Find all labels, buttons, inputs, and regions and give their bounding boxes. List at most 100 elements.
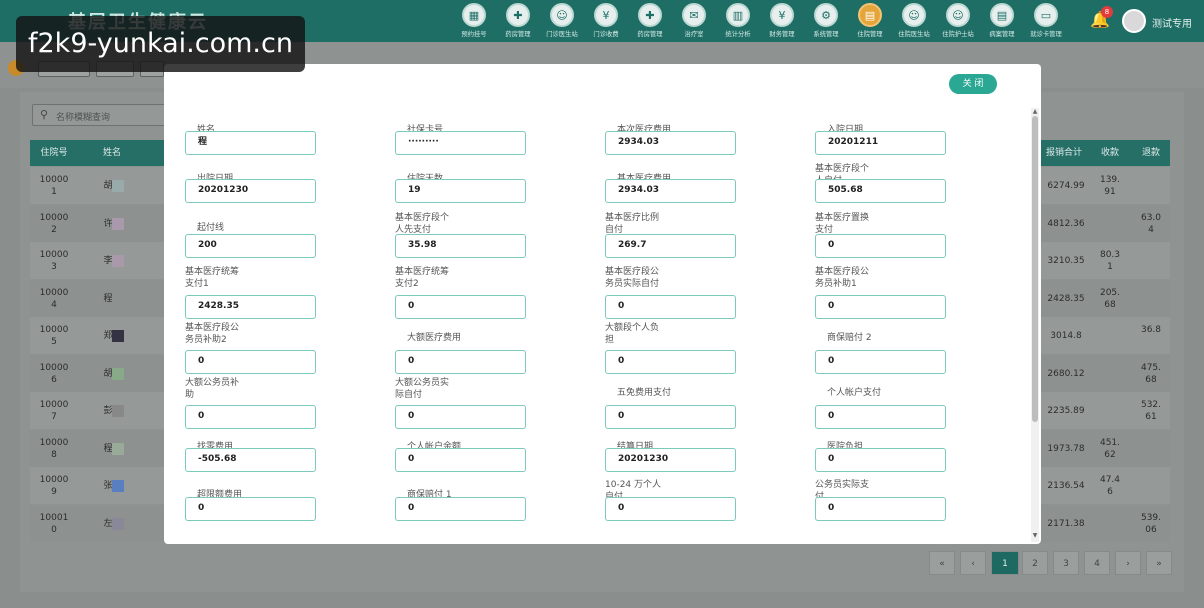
page-button[interactable]: 1 [991,551,1019,575]
pharmacy-icon: ✚ [506,3,530,27]
field-label: 务员补助1 [815,279,857,289]
nav-item[interactable]: ¥ 门诊收费 [587,3,625,39]
field-label: 基本医疗段个 [395,213,450,223]
field-label: 商保赔付 2 [827,333,872,343]
nav-item-label: 病案管理 [989,30,1015,38]
field-input[interactable]: 2934.03 [605,131,736,155]
total-amount: 2136.54 [1047,481,1085,491]
field-label: 务员实际自付 [605,279,660,289]
field-input[interactable]: ········· [395,131,526,155]
nav-item[interactable]: ▤ 住院管理 [851,3,889,39]
nav-item-label: 住院管理 [857,30,883,38]
redaction-mask [112,217,124,230]
nav-item[interactable]: ☺ 门诊医生站 [543,3,581,39]
field-input[interactable]: 0 [185,350,316,374]
field-label: 助 [185,390,195,400]
field-label: 五免费用支付 [617,388,672,398]
field-input[interactable]: 19 [395,179,526,203]
page-button[interactable]: ‹ [960,551,986,575]
nav-item[interactable]: ✉ 治疗室 [675,3,713,39]
field-input[interactable]: 0 [185,405,316,429]
nav-item[interactable]: ▤ 病案管理 [983,3,1021,39]
patient-name: 彭 [103,406,113,416]
field-input[interactable]: 2934.03 [605,179,736,203]
field-input[interactable]: 0 [395,295,526,319]
nav-item[interactable]: ✚ 药房管理 [631,3,669,39]
admission-no: 3 [51,262,57,272]
nav-item[interactable]: ▦ 预约挂号 [455,3,493,39]
field-label: 大额公务员补 [185,378,240,388]
total-amount: 3014.8 [1050,331,1082,341]
field-input[interactable]: 200 [185,234,316,258]
scroll-up-icon[interactable]: ▲ [1031,108,1039,116]
page-button[interactable]: 4 [1084,551,1110,575]
field-input[interactable]: 269.7 [605,234,736,258]
field-input[interactable]: 0 [605,350,736,374]
admission-no: 10000 [39,475,69,485]
field-label: 公务员实际支 [815,480,870,490]
nav-item-label: 治疗室 [684,30,704,38]
field-input[interactable]: 0 [605,497,736,521]
nav-item[interactable]: ✚ 药房管理 [499,3,537,39]
field-input[interactable]: 2428.35 [185,295,316,319]
field-label: 支付2 [395,279,419,289]
field-input[interactable]: 0 [185,497,316,521]
field-label: 际自付 [395,390,423,400]
redaction-mask [112,330,124,342]
page-button[interactable]: 3 [1053,551,1079,575]
field-input[interactable]: 0 [815,405,946,429]
field-input[interactable]: 0 [815,234,946,258]
field-input[interactable]: 20201230 [185,179,316,203]
page-button[interactable]: 2 [1022,551,1048,575]
page-button[interactable]: › [1115,551,1141,575]
column-header-total[interactable]: 报销合计 [1040,140,1088,166]
scroll-down-icon[interactable]: ▼ [1031,532,1039,540]
scrollbar-thumb[interactable] [1032,116,1038,422]
field-input[interactable]: 0 [815,295,946,319]
nav-item[interactable]: ⚙ 系统管理 [807,3,845,39]
patient-name: 李 [103,256,113,266]
field-input[interactable]: 20201211 [815,131,946,155]
field-input[interactable]: 20201230 [605,448,736,472]
page-button[interactable]: « [929,551,955,575]
page-button[interactable]: » [1146,551,1172,575]
field-input[interactable]: 0 [395,497,526,521]
field-input[interactable]: 程 [185,131,316,155]
field-input[interactable]: 0 [395,448,526,472]
avatar[interactable] [1122,9,1146,33]
field-input[interactable]: 0 [395,350,526,374]
nav-item[interactable]: ▭ 就诊卡管理 [1027,3,1065,39]
admission-no: 6 [51,374,57,385]
field-label: 个人帐户支付 [827,388,882,398]
field-input[interactable]: 0 [815,448,946,472]
field-input[interactable]: 0 [815,497,946,521]
nav-item-label: 统计分析 [725,30,751,38]
nav-item[interactable]: ▥ 统计分析 [719,3,757,39]
field-input[interactable]: -505.68 [185,448,316,472]
total-amount: 2680.12 [1047,368,1085,379]
field-input[interactable]: 35.98 [395,234,526,258]
nav-item[interactable]: ¥ 财务管理 [763,3,801,39]
close-button[interactable]: 关 闭 [949,74,997,94]
admission-no: 10001 [39,512,69,523]
column-header-refund[interactable]: 退款 [1132,140,1170,166]
admission-no: 7 [51,412,57,422]
field-input[interactable]: 0 [395,405,526,429]
doctor-icon: ☺ [550,3,574,27]
column-header-collect[interactable]: 收款 [1088,140,1132,166]
nav-item[interactable]: ☺ 住院护士站 [939,3,977,39]
field-input[interactable]: 0 [815,350,946,374]
column-header-admission-no[interactable]: 住院号 [30,140,78,166]
patient-name: 左 [103,518,113,529]
field-input[interactable]: 0 [605,295,736,319]
field-input[interactable]: 0 [605,405,736,429]
redaction-mask [112,405,124,417]
column-header-name[interactable]: 姓名 [78,140,146,166]
admission-no: 1 [51,187,57,197]
field-input[interactable]: 505.68 [815,179,946,203]
nav-item[interactable]: ☺ 住院医生站 [895,3,933,39]
field-label: 基本医疗段个 [815,164,870,174]
redaction-mask [112,480,124,492]
user-name[interactable]: 测试专用 [1152,15,1192,30]
field-label: 10-24 万个人 [605,480,662,490]
